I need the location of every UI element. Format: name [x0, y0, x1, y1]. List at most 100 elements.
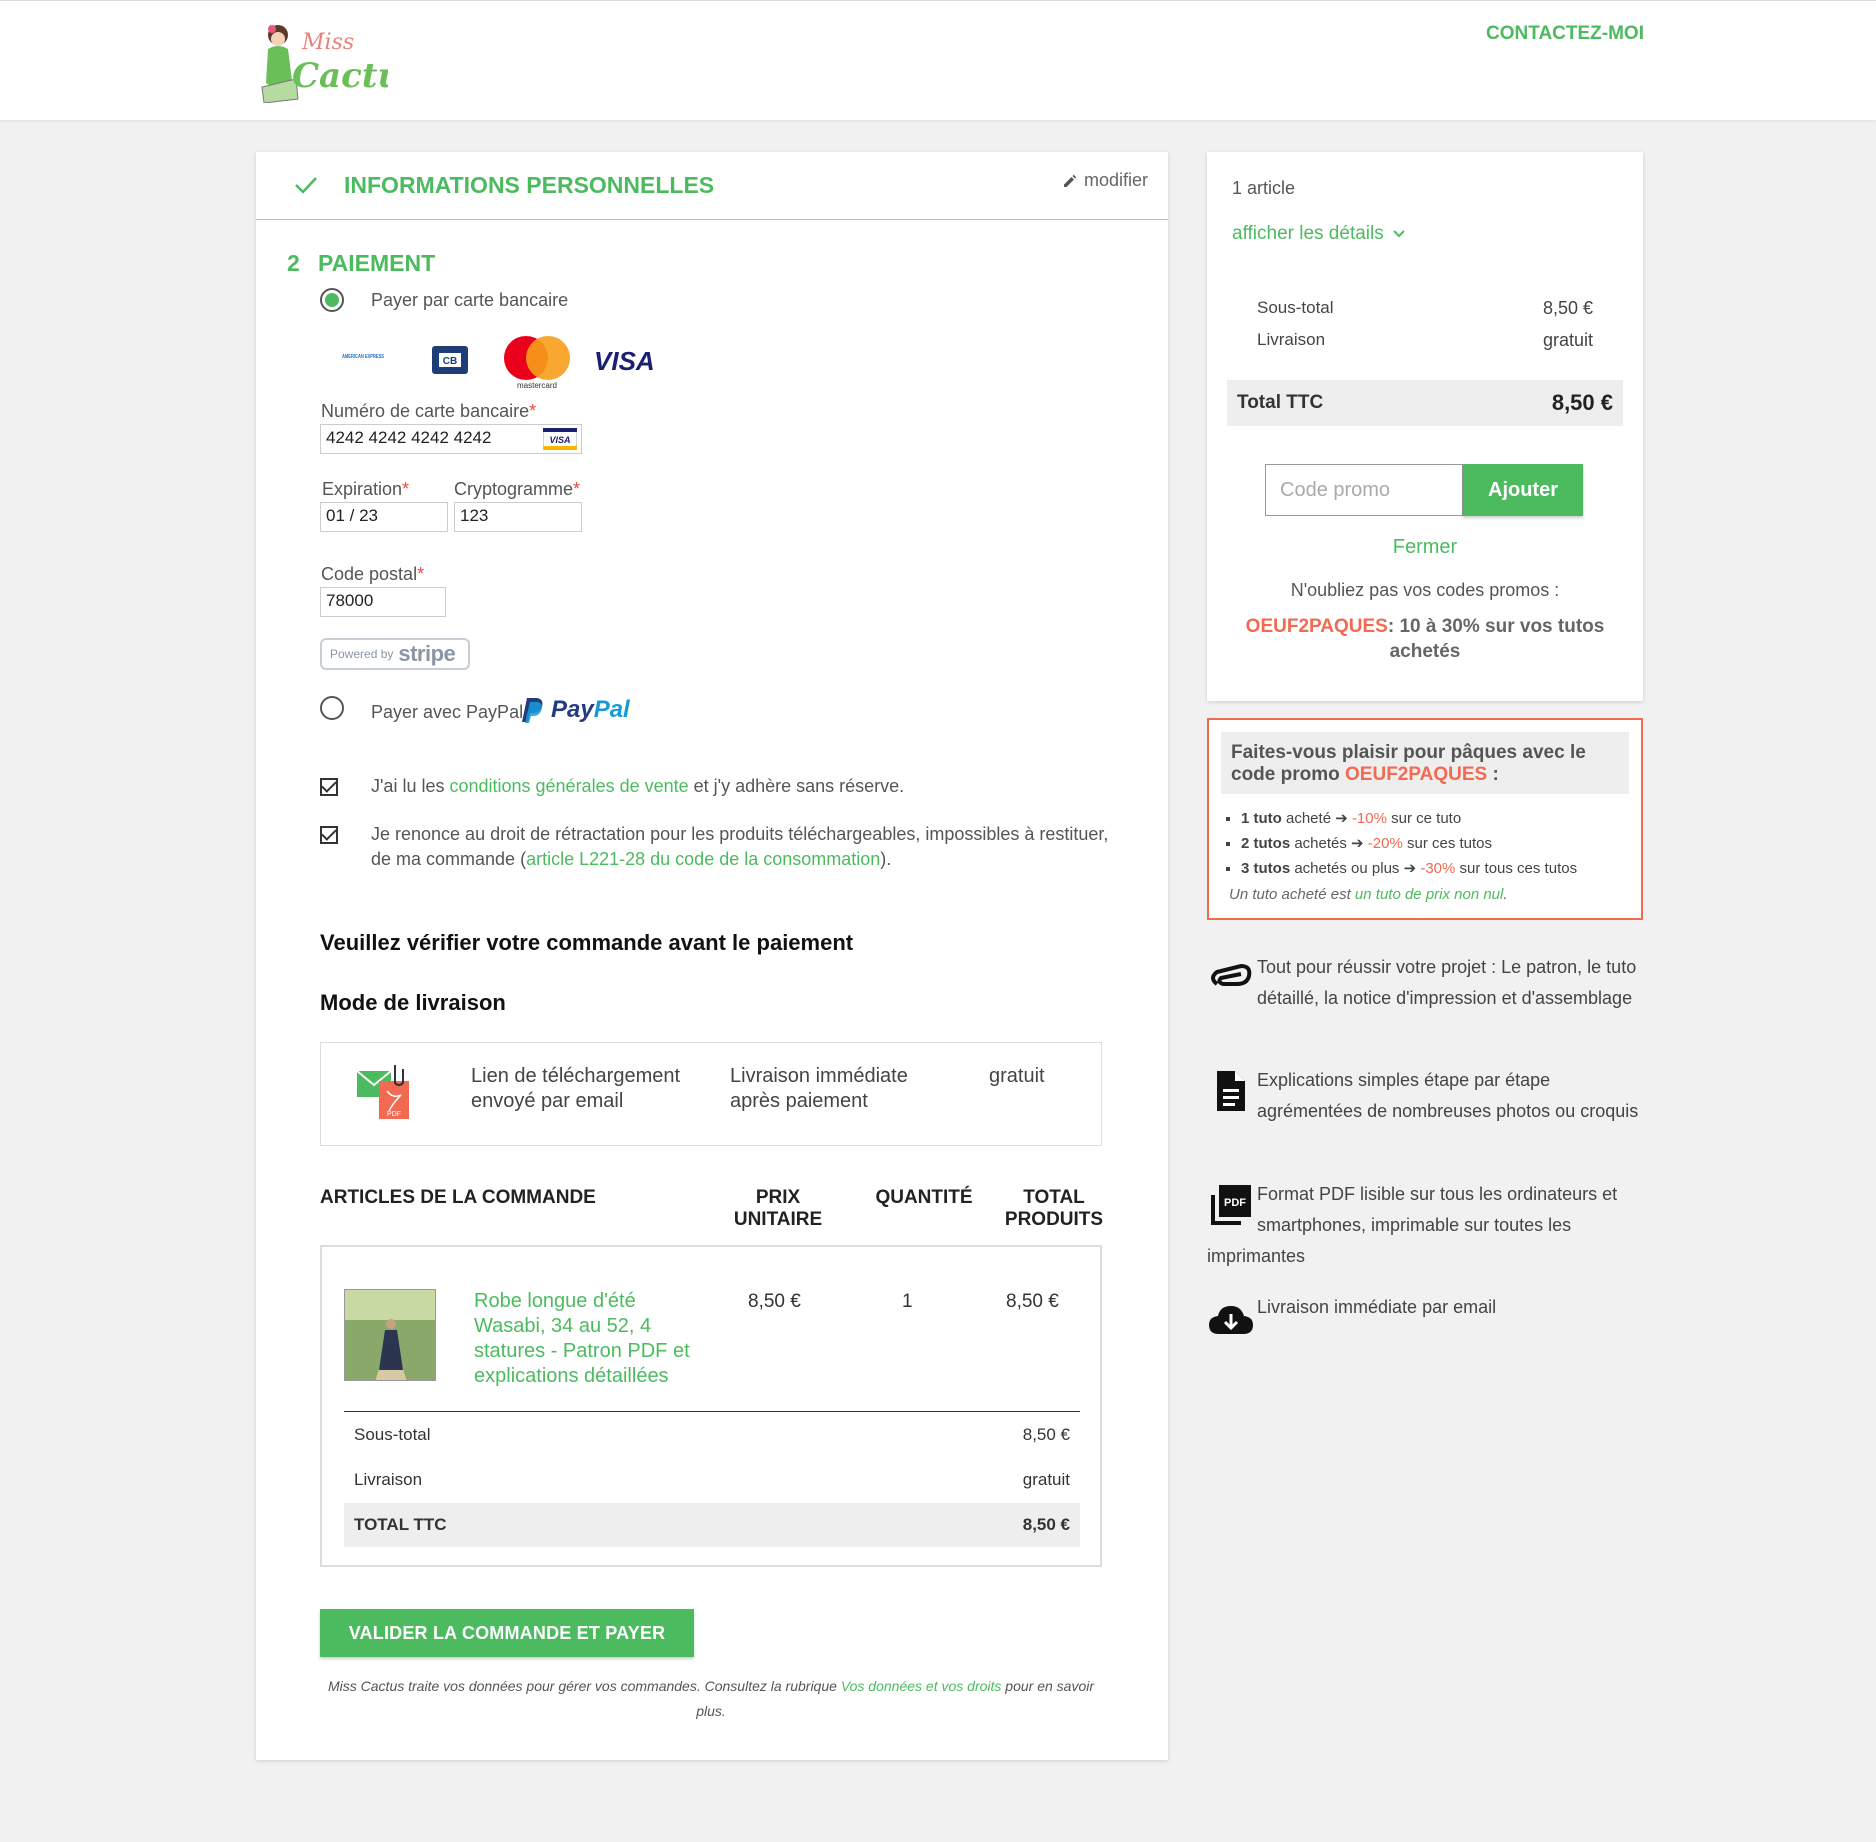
chevron-down-icon — [1393, 230, 1405, 238]
mastercard-label: mastercard — [517, 381, 557, 390]
checkmark-icon — [295, 177, 317, 194]
cvc-field[interactable]: 123 — [454, 502, 582, 532]
delivery-method: Lien de téléchargement envoyé par email — [471, 1065, 681, 1112]
list-item: 3 tutos achetés ou plus ➔ -30% sur tous … — [1241, 856, 1577, 881]
col-items-header: ARTICLES DE LA COMMANDE — [320, 1187, 596, 1208]
paypal-logo: PayPal — [521, 696, 630, 724]
visa-card-label: VISA — [549, 435, 570, 445]
summary-total-row: Total TTC 8,50 € — [1227, 380, 1623, 426]
summary-subtotal-label: Sous-total — [1257, 298, 1334, 317]
card-payment-label[interactable]: Payer par carte bancaire — [371, 290, 568, 311]
powered-by-stripe-badge[interactable]: Powered by stripe — [320, 638, 470, 670]
easter-promo-note: Un tuto acheté est un tuto de prix non n… — [1229, 886, 1508, 903]
summary-shipping-row: Livraison gratuit — [1257, 330, 1593, 350]
amex-label: AMERICAN EXPRESS — [342, 354, 384, 360]
feature-item: PDF Format PDF lisible sur tous les ordi… — [1207, 1179, 1643, 1272]
card-number-value: 4242 4242 4242 4242 — [326, 428, 492, 447]
order-subtotal-row: Sous-total 8,50 € — [344, 1413, 1080, 1457]
summary-total-value: 8,50 € — [1551, 390, 1613, 415]
product-total: 8,50 € — [1006, 1291, 1059, 1312]
order-summary: 1 article afficher les détails Sous-tota… — [1207, 152, 1643, 701]
miss-cactus-logo[interactable]: Miss Cactus — [258, 21, 388, 103]
card-payment-radio[interactable] — [320, 288, 344, 312]
retraction-checkbox[interactable] — [320, 826, 338, 844]
promo-reminder-code: OEUF2PAQUES: 10 à 30% sur vos tutos ache… — [1245, 616, 1605, 662]
delivery-option: PDF Lien de téléchargement envoyé par em… — [320, 1042, 1102, 1146]
stripe-logo: stripe — [398, 641, 456, 666]
step-personal-info-title: INFORMATIONS PERSONNELLES — [344, 172, 715, 198]
step-number: 2 — [287, 250, 300, 276]
list-item: 2 tutos achetés ➔ -20% sur ces tutos — [1241, 831, 1577, 856]
validate-order-button[interactable]: VALIDER LA COMMANDE ET PAYER — [320, 1609, 694, 1657]
summary-subtotal-value: 8,50 € — [1542, 298, 1593, 318]
order-items-table: Robe longue d'été Wasabi, 34 au 52, 4 st… — [320, 1245, 1102, 1567]
cb-icon: CB — [432, 346, 468, 374]
expiration-label: Expiration* — [322, 479, 410, 499]
mastercard-icon: mastercard — [504, 336, 570, 390]
paypal-pal-text: Pal — [593, 696, 630, 723]
feature-text: Explications simples étape par étape agr… — [1257, 1070, 1639, 1121]
order-total-row: TOTAL TTC 8,50 € — [344, 1503, 1080, 1547]
pdf-badge-label: PDF — [387, 1111, 401, 1118]
card-number-field[interactable]: 4242 4242 4242 4242 VISA — [320, 424, 582, 454]
product-name-link[interactable]: Robe longue d'été Wasabi, 34 au 52, 4 st… — [474, 1289, 694, 1389]
col-unit-price-header: PRIX UNITAIRE — [733, 1187, 823, 1230]
modify-link[interactable]: modifier — [1062, 170, 1148, 191]
easter-promo-heading: Faites-vous plaisir pour pâques avec le … — [1221, 732, 1629, 794]
stripe-powered-label: Powered by — [330, 647, 394, 661]
visa-card-icon: VISA — [543, 428, 577, 450]
card-brands-logos: AMERICAN EXPRESS CB mastercard VISA — [340, 336, 655, 390]
col-quantity-header: QUANTITÉ — [875, 1187, 973, 1208]
contact-link[interactable]: CONTACTEZ-MOI — [1486, 23, 1644, 45]
postal-code-field[interactable]: 78000 — [320, 587, 446, 617]
feature-item: Livraison immédiate par email — [1207, 1292, 1643, 1342]
feature-text: Tout pour réussir votre projet : Le patr… — [1257, 957, 1637, 1008]
order-subtotal-label: Sous-total — [354, 1425, 431, 1444]
order-shipping-value: gratuit — [1022, 1470, 1070, 1489]
cvc-label: Cryptogramme* — [454, 479, 581, 499]
cgv-link[interactable]: conditions générales de vente — [449, 776, 688, 796]
card-number-label: Numéro de carte bancaire* — [321, 401, 537, 421]
cloud-download-icon — [1209, 1306, 1253, 1334]
paypal-payment-label[interactable]: Payer avec PayPal — [371, 702, 523, 723]
easter-promo-box: Faites-vous plaisir pour pâques avec le … — [1207, 718, 1643, 920]
list-item: 1 tuto acheté ➔ -10% sur ce tuto — [1241, 806, 1577, 831]
cgv-text: J'ai lu les conditions générales de vent… — [371, 776, 905, 796]
paypal-payment-radio[interactable] — [320, 696, 344, 720]
product-thumbnail[interactable] — [344, 1289, 436, 1381]
verify-order-heading: Veuillez vérifier votre commande avant l… — [320, 930, 854, 955]
privacy-notice: Miss Cactus traite vos données pour gére… — [328, 1678, 1094, 1719]
amex-icon: AMERICAN EXPRESS — [340, 348, 386, 372]
feature-text: Format PDF lisible sur tous les ordinate… — [1207, 1184, 1618, 1266]
feature-item: Explications simples étape par étape agr… — [1207, 1065, 1643, 1127]
privacy-link[interactable]: Vos données et vos droits — [841, 1678, 1002, 1694]
paperclip-icon — [1211, 963, 1252, 986]
visa-icon: VISA — [594, 346, 655, 376]
paypal-pay-text: Pay — [551, 696, 594, 723]
non-zero-price-link[interactable]: un tuto de prix non nul — [1355, 886, 1503, 903]
cgv-checkbox[interactable] — [320, 778, 338, 796]
col-total-header: TOTAL PRODUITS — [1004, 1187, 1104, 1230]
close-promo-link[interactable]: Fermer — [1207, 536, 1643, 559]
cb-label: CB — [443, 356, 457, 367]
easter-promo-list: 1 tuto acheté ➔ -10% sur ce tuto 2 tutos… — [1241, 806, 1577, 881]
summary-total-label: Total TTC — [1237, 392, 1324, 413]
email-pdf-icon: PDF — [356, 1065, 409, 1119]
site-header: Miss Cactus CONTACTEZ-MOI — [0, 0, 1876, 120]
delivery-mode-heading: Mode de livraison — [320, 990, 506, 1015]
postal-code-label: Code postal* — [321, 564, 425, 584]
show-details-toggle[interactable]: afficher les détails — [1232, 223, 1406, 245]
checkout-panel: INFORMATIONS PERSONNELLES modifier 2 PAI… — [256, 152, 1168, 1760]
feature-text: Livraison immédiate par email — [1257, 1297, 1497, 1317]
order-total-label: TOTAL TTC — [354, 1515, 447, 1534]
consumer-code-link[interactable]: article L221-28 du code de la consommati… — [526, 849, 880, 869]
delivery-timing: Livraison immédiate après paiement — [730, 1065, 908, 1112]
expiration-field[interactable]: 01 / 23 — [320, 502, 448, 532]
add-promo-button[interactable]: Ajouter — [1463, 464, 1583, 516]
promo-code-input[interactable] — [1265, 464, 1463, 516]
order-subtotal-value: 8,50 € — [1022, 1425, 1070, 1444]
modify-label: modifier — [1083, 170, 1148, 190]
delivery-price: gratuit — [989, 1065, 1045, 1087]
document-icon — [1217, 1071, 1245, 1111]
summary-subtotal-row: Sous-total 8,50 € — [1257, 298, 1593, 318]
